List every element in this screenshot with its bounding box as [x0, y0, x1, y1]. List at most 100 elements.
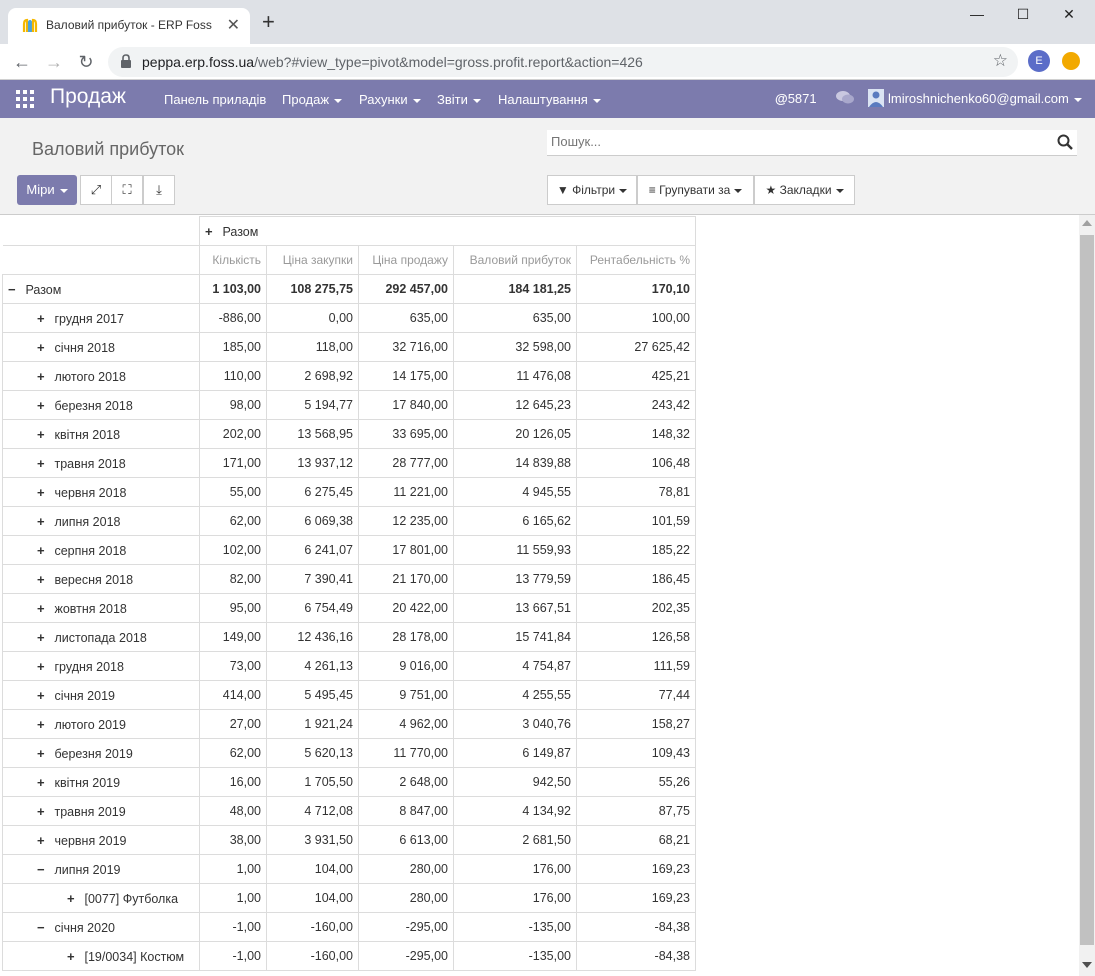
search-input[interactable]	[551, 134, 1031, 149]
new-tab-icon[interactable]: +	[262, 11, 275, 33]
row-header[interactable]: + [0077] Футболка	[2, 883, 200, 913]
row-header[interactable]: + квітня 2019	[2, 767, 200, 797]
pivot-cell: 16,00	[199, 767, 267, 797]
row-label: травня 2019	[54, 804, 126, 819]
row-label: травня 2018	[54, 456, 126, 471]
pivot-row: + лютого 2019 27,00 1 921,24 4 962,00 3 040,…	[2, 709, 696, 739]
scroll-up-arrow-icon[interactable]	[1082, 220, 1092, 226]
measures-button[interactable]: Міри	[17, 175, 77, 205]
download-icon[interactable]: ⤓	[143, 175, 175, 205]
row-header[interactable]: + травня 2018	[2, 448, 200, 478]
pivot-cell: 102,00	[199, 535, 267, 565]
apps-grid-icon[interactable]	[16, 90, 34, 108]
pivot-cell: 5 194,77	[266, 390, 359, 420]
close-window-icon[interactable]: ✕	[1046, 6, 1092, 26]
pivot-cell: -160,00	[266, 941, 359, 971]
row-header[interactable]: + грудня 2017	[2, 303, 200, 333]
measure-header[interactable]: Рентабельність %	[576, 245, 696, 275]
chat-bubbles-icon[interactable]	[836, 90, 854, 108]
list-icon: ≡	[648, 183, 656, 197]
pivot-cell: 13 667,51	[453, 593, 577, 623]
favorites-button[interactable]: ★ Закладки	[754, 175, 855, 205]
pivot-cell: 4 134,92	[453, 796, 577, 826]
row-header[interactable]: + серпня 2018	[2, 535, 200, 565]
pivot-cell: 280,00	[358, 883, 454, 913]
bookmark-star-icon[interactable]: ☆	[993, 51, 1008, 71]
group-by-button[interactable]: ≡ Групувати за	[637, 175, 754, 205]
close-tab-icon[interactable]: ✕	[227, 15, 240, 35]
pivot-cell: 2 648,00	[358, 767, 454, 797]
row-header[interactable]: + липня 2018	[2, 506, 200, 536]
pivot-cell: 3 931,50	[266, 825, 359, 855]
pivot-cell: 62,00	[199, 738, 267, 768]
pivot-table: + Разом Кількість Ціна закупки Ціна прод…	[2, 216, 696, 971]
row-header[interactable]: + червня 2019	[2, 825, 200, 855]
measure-header[interactable]: Кількість	[199, 245, 267, 275]
pivot-cell: -295,00	[358, 912, 454, 942]
address-bar[interactable]: peppa.erp.foss.ua/web?#view_type=pivot&m…	[108, 47, 1018, 77]
row-header[interactable]: + січня 2019	[2, 680, 200, 710]
extension-icon[interactable]	[1062, 52, 1080, 70]
menu-dashboard[interactable]: Панель приладів	[164, 92, 266, 107]
row-header[interactable]: + червня 2018	[2, 477, 200, 507]
row-header[interactable]: + [19/0034] Костюм	[2, 941, 200, 971]
menu-settings[interactable]: Налаштування	[498, 92, 601, 107]
search-icon[interactable]	[1057, 134, 1073, 150]
row-header[interactable]: + квітня 2018	[2, 419, 200, 449]
minimize-icon[interactable]: —	[954, 6, 1000, 26]
row-header[interactable]: + листопада 2018	[2, 622, 200, 652]
user-menu[interactable]: lmiroshnichenko60@gmail.com	[888, 91, 1082, 106]
pivot-cell: 9 751,00	[358, 680, 454, 710]
pivot-cell: 6 149,87	[453, 738, 577, 768]
pivot-cell: 5 620,13	[266, 738, 359, 768]
forward-icon[interactable]: →	[42, 50, 66, 74]
row-header[interactable]: + лютого 2019	[2, 709, 200, 739]
profile-avatar[interactable]: E	[1028, 50, 1050, 72]
pivot-cell: 104,00	[266, 854, 359, 884]
row-header-total[interactable]: − Разом	[2, 274, 200, 304]
measure-header[interactable]: Ціна продажу	[358, 245, 454, 275]
expand-all-icon[interactable]: ⛶	[111, 175, 143, 205]
pivot-cell: 4 712,08	[266, 796, 359, 826]
browser-tab[interactable]: Валовий прибуток - ERP Foss ✕	[8, 8, 250, 44]
row-label: лютого 2019	[54, 717, 126, 732]
app-brand[interactable]: Продаж	[50, 85, 126, 109]
row-header[interactable]: + лютого 2018	[2, 361, 200, 391]
back-icon[interactable]: ←	[10, 50, 34, 74]
pivot-cell: 28 178,00	[358, 622, 454, 652]
row-header[interactable]: + грудня 2018	[2, 651, 200, 681]
column-header-total[interactable]: + Разом	[199, 216, 696, 246]
pivot-cell: -135,00	[453, 941, 577, 971]
pivot-cell: -84,38	[576, 912, 696, 942]
row-header[interactable]: + жовтня 2018	[2, 593, 200, 623]
pivot-row: + лютого 2018 110,00 2 698,92 14 175,00 11 4…	[2, 361, 696, 391]
mentions-counter[interactable]: @5871	[775, 91, 817, 106]
measure-header[interactable]: Валовий прибуток	[453, 245, 577, 275]
expand-plus-icon: +	[37, 542, 45, 558]
pivot-view: + Разом Кількість Ціна закупки Ціна прод…	[0, 215, 1079, 976]
measure-header[interactable]: Ціна закупки	[266, 245, 359, 275]
row-header[interactable]: + березня 2018	[2, 390, 200, 420]
pivot-row: − липня 2019 1,00 104,00 280,00 176,00 169,23	[2, 854, 696, 884]
row-header[interactable]: + травня 2019	[2, 796, 200, 826]
menu-invoices[interactable]: Рахунки	[359, 92, 421, 107]
row-header[interactable]: + вересня 2018	[2, 564, 200, 594]
flip-axis-icon[interactable]: ⤢	[80, 175, 112, 205]
pivot-row: + квітня 2019 16,00 1 705,50 2 648,00 942,50…	[2, 767, 696, 797]
row-header[interactable]: + березня 2019	[2, 738, 200, 768]
app-navbar: Продаж Панель приладів Продаж Рахунки Зв…	[0, 80, 1095, 118]
scrollbar-thumb[interactable]	[1080, 235, 1094, 945]
filters-button[interactable]: ▼ Фільтри	[547, 175, 637, 205]
pivot-cell: 4 754,87	[453, 651, 577, 681]
row-header[interactable]: + січня 2018	[2, 332, 200, 362]
pivot-cell: 77,44	[576, 680, 696, 710]
reload-icon[interactable]: ↻	[74, 50, 98, 74]
row-header[interactable]: − січня 2020	[2, 912, 200, 942]
maximize-icon[interactable]: ☐	[1000, 6, 1046, 26]
pivot-cell: -886,00	[199, 303, 267, 333]
menu-reports[interactable]: Звіти	[437, 92, 481, 107]
pivot-cell: 27,00	[199, 709, 267, 739]
menu-sales[interactable]: Продаж	[282, 92, 343, 107]
scroll-down-arrow-icon[interactable]	[1082, 962, 1092, 968]
row-header[interactable]: − липня 2019	[2, 854, 200, 884]
